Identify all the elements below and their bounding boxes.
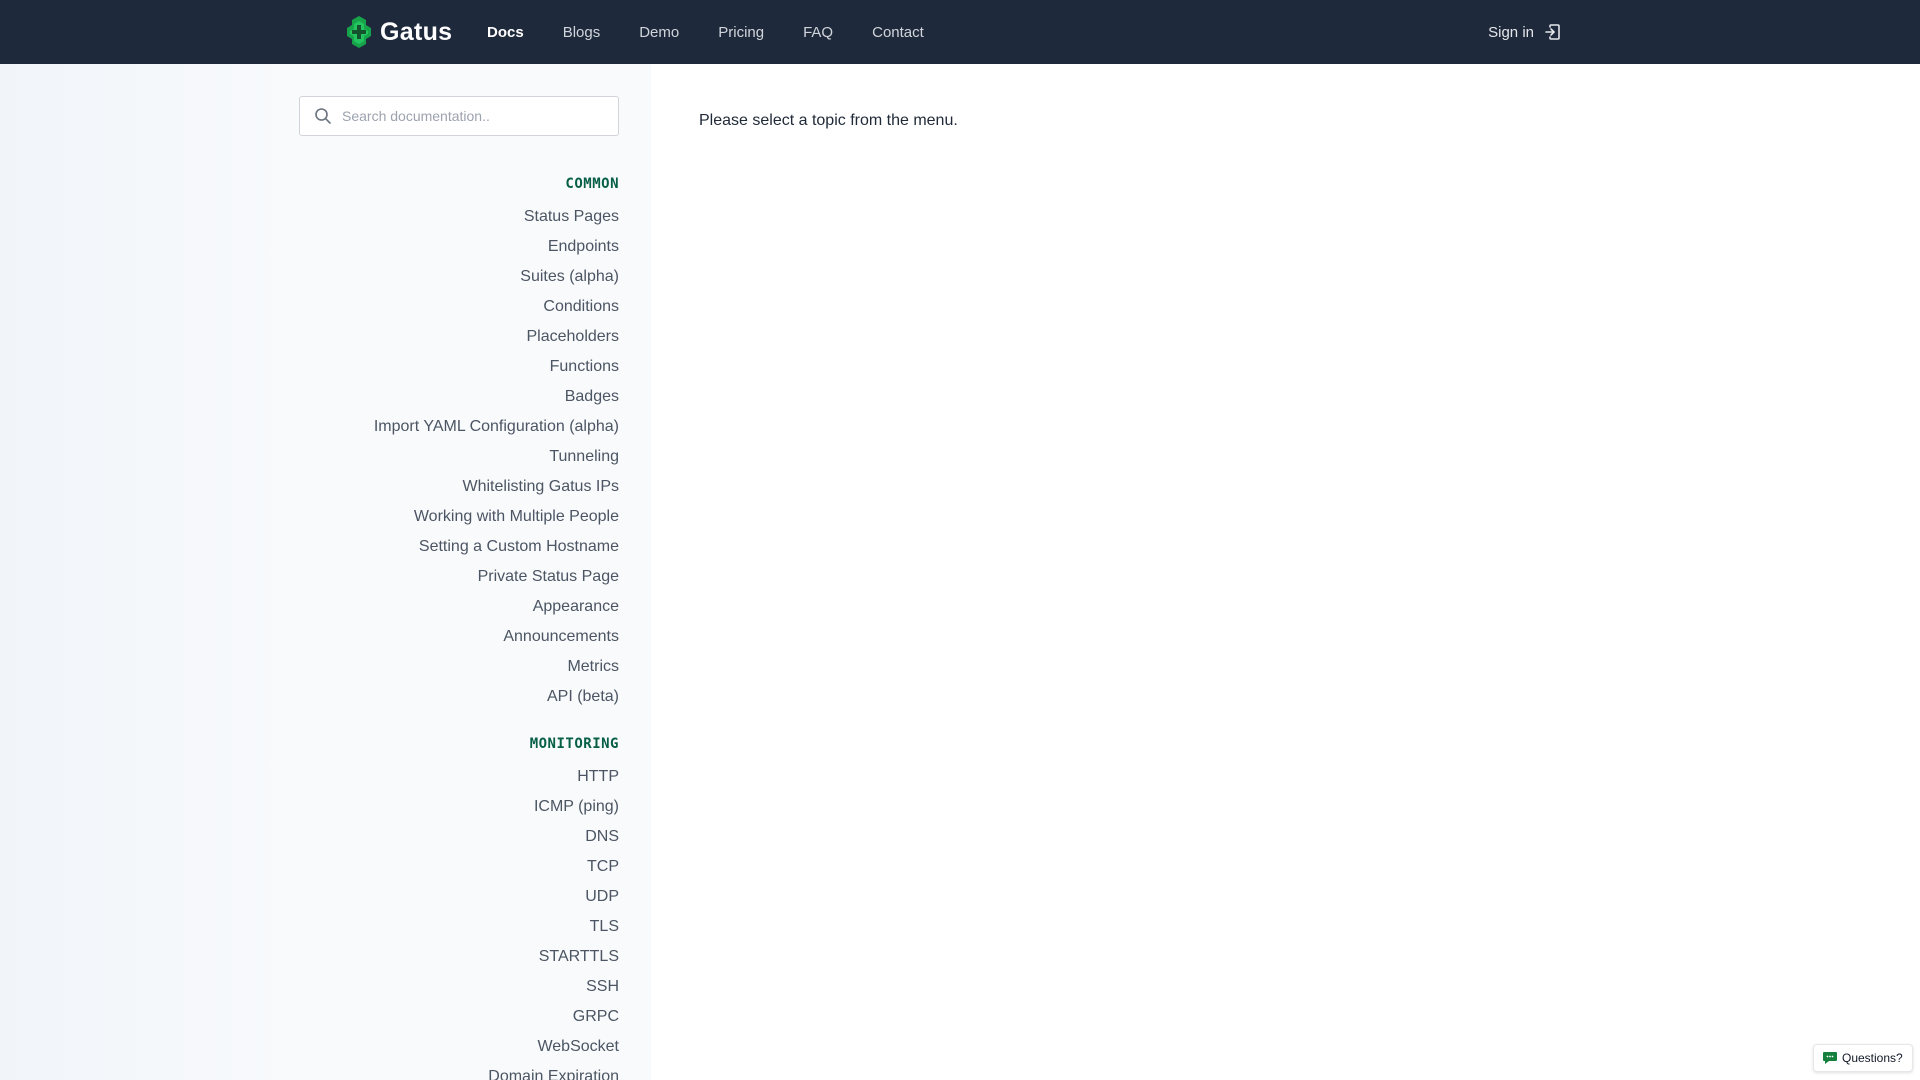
sidebar-item-metrics[interactable]: Metrics (299, 652, 619, 682)
sidebar-item-appearance[interactable]: Appearance (299, 592, 619, 622)
sidebar-item-working-with-multiple-people[interactable]: Working with Multiple People (299, 502, 619, 532)
sidebar-item-tls[interactable]: TLS (299, 912, 619, 942)
main-content: Please select a topic from the menu. (699, 112, 958, 130)
sidebar-item-domain-expiration[interactable]: Domain Expiration (299, 1062, 619, 1080)
search-input[interactable] (342, 108, 602, 124)
sidebar-item-grpc[interactable]: GRPC (299, 1002, 619, 1032)
sidebar-item-api-beta[interactable]: API (beta) (299, 682, 619, 712)
docs-menu: COMMON Status Pages Endpoints Suites (alpha… (299, 170, 619, 1080)
sidebar-item-http[interactable]: HTTP (299, 762, 619, 792)
sign-in-label: Sign in (1488, 23, 1534, 41)
sidebar-item-websocket[interactable]: WebSocket (299, 1032, 619, 1062)
sidebar-item-conditions[interactable]: Conditions (299, 292, 619, 322)
top-navigation-bar: Gatus Docs Blogs Demo Pricing FAQ Contac… (0, 0, 1920, 64)
sidebar-item-functions[interactable]: Functions (299, 352, 619, 382)
main-nav: Docs Blogs Demo Pricing FAQ Contact (487, 0, 963, 64)
search-box[interactable] (299, 96, 619, 136)
sidebar-item-endpoints[interactable]: Endpoints (299, 232, 619, 262)
sign-in-icon (1545, 24, 1560, 40)
nav-blogs[interactable]: Blogs (563, 24, 601, 41)
sidebar-item-announcements[interactable]: Announcements (299, 622, 619, 652)
sidebar-item-ssh[interactable]: SSH (299, 972, 619, 1002)
nav-faq[interactable]: FAQ (803, 24, 833, 41)
sidebar-item-starttls[interactable]: STARTTLS (299, 942, 619, 972)
chat-bubble-icon (1823, 1052, 1837, 1064)
sidebar-item-badges[interactable]: Badges (299, 382, 619, 412)
sidebar-item-status-pages[interactable]: Status Pages (299, 202, 619, 232)
sidebar-item-private-status-page[interactable]: Private Status Page (299, 562, 619, 592)
nav-pricing[interactable]: Pricing (718, 24, 764, 41)
sidebar-item-suites-alpha[interactable]: Suites (alpha) (299, 262, 619, 292)
nav-docs[interactable]: Docs (487, 24, 524, 41)
questions-widget-button[interactable]: Questions? (1813, 1044, 1913, 1072)
section-title-common: COMMON (565, 176, 619, 192)
sidebar-item-tunneling[interactable]: Tunneling (299, 442, 619, 472)
sign-in-button[interactable]: Sign in (1488, 0, 1562, 64)
questions-label: Questions? (1842, 1051, 1903, 1065)
search-icon (315, 108, 331, 124)
section-title-monitoring: MONITORING (529, 736, 619, 752)
sidebar-item-whitelisting-gatus-ips[interactable]: Whitelisting Gatus IPs (299, 472, 620, 502)
menu-section-gap (299, 712, 619, 730)
sidebar-item-tcp[interactable]: TCP (299, 852, 619, 882)
nav-contact[interactable]: Contact (872, 24, 924, 41)
sidebar-item-icmp-ping[interactable]: ICMP (ping) (299, 792, 619, 822)
nav-demo[interactable]: Demo (639, 24, 679, 41)
logo-text: Gatus (380, 17, 453, 46)
sidebar-item-setting-a-custom-hostname[interactable]: Setting a Custom Hostname (299, 532, 619, 562)
docs-sidebar: COMMON Status PagesEndpointsSuites (alpha… (0, 64, 651, 1080)
gatus-logo-icon (347, 16, 371, 48)
sidebar-item-import-yaml-configuration-alpha[interactable]: Import YAML Configuration (alpha) (299, 412, 619, 442)
sidebar-item-placeholders[interactable]: Placeholders (299, 322, 620, 352)
sidebar-item-dns[interactable]: DNS (299, 822, 619, 852)
select-topic-message: Please select a topic from the menu. (699, 112, 958, 129)
sidebar-item-udp[interactable]: UDP (299, 882, 619, 912)
gatus-logo[interactable]: Gatus (342, 14, 452, 50)
